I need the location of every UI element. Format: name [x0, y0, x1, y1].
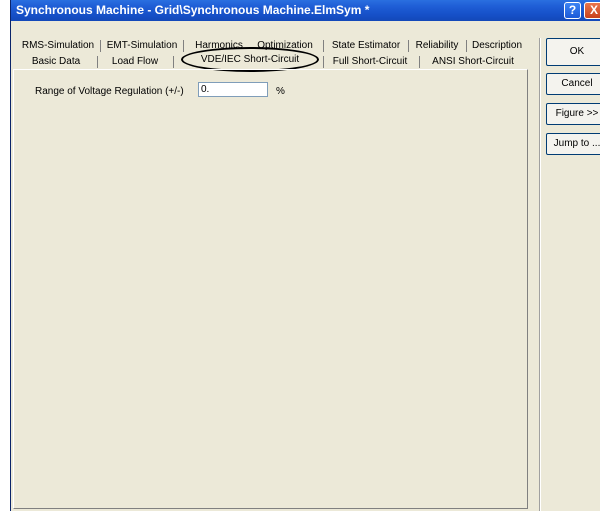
tab-state-estimator[interactable]: State Estimator [327, 39, 405, 53]
tab-emt-simulation[interactable]: EMT-Simulation [103, 39, 181, 53]
tab-full-short-circuit[interactable]: Full Short-Circuit [327, 55, 413, 69]
window-title: Synchronous Machine - Grid\Synchronous M… [16, 3, 370, 17]
tab-description[interactable]: Description [469, 39, 525, 53]
help-button[interactable]: ? [564, 2, 581, 19]
side-divider-highlight [540, 38, 541, 511]
tab-separator [408, 40, 409, 52]
tab-separator [97, 56, 98, 68]
tab-separator [183, 40, 184, 52]
tab-load-flow[interactable]: Load Flow [103, 55, 167, 69]
tab-basic-data[interactable]: Basic Data [21, 55, 91, 69]
dialog-window: Synchronous Machine - Grid\Synchronous M… [10, 0, 600, 511]
figure-button[interactable]: Figure >> [546, 103, 600, 125]
tab-rms-simulation[interactable]: RMS-Simulation [17, 39, 99, 53]
jump-to-button[interactable]: Jump to ... [546, 133, 600, 155]
voltage-regulation-input[interactable] [198, 82, 268, 97]
tab-ansi-short-circuit[interactable]: ANSI Short-Circuit [425, 55, 521, 69]
cancel-button[interactable]: Cancel [546, 73, 600, 95]
voltage-regulation-label: Range of Voltage Regulation (+/-) [35, 86, 184, 97]
tab-reliability[interactable]: Reliability [411, 39, 463, 53]
close-button[interactable]: X [584, 2, 600, 19]
tab-content-panel [13, 69, 528, 509]
voltage-regulation-unit: % [276, 86, 285, 97]
tab-separator [419, 56, 420, 68]
tab-separator [100, 40, 101, 52]
tab-separator [323, 40, 324, 52]
tab-separator [466, 40, 467, 52]
tab-separator [323, 56, 324, 68]
ok-button[interactable]: OK [546, 38, 600, 66]
tab-separator [173, 56, 174, 68]
title-bar[interactable]: Synchronous Machine - Grid\Synchronous M… [11, 0, 600, 21]
